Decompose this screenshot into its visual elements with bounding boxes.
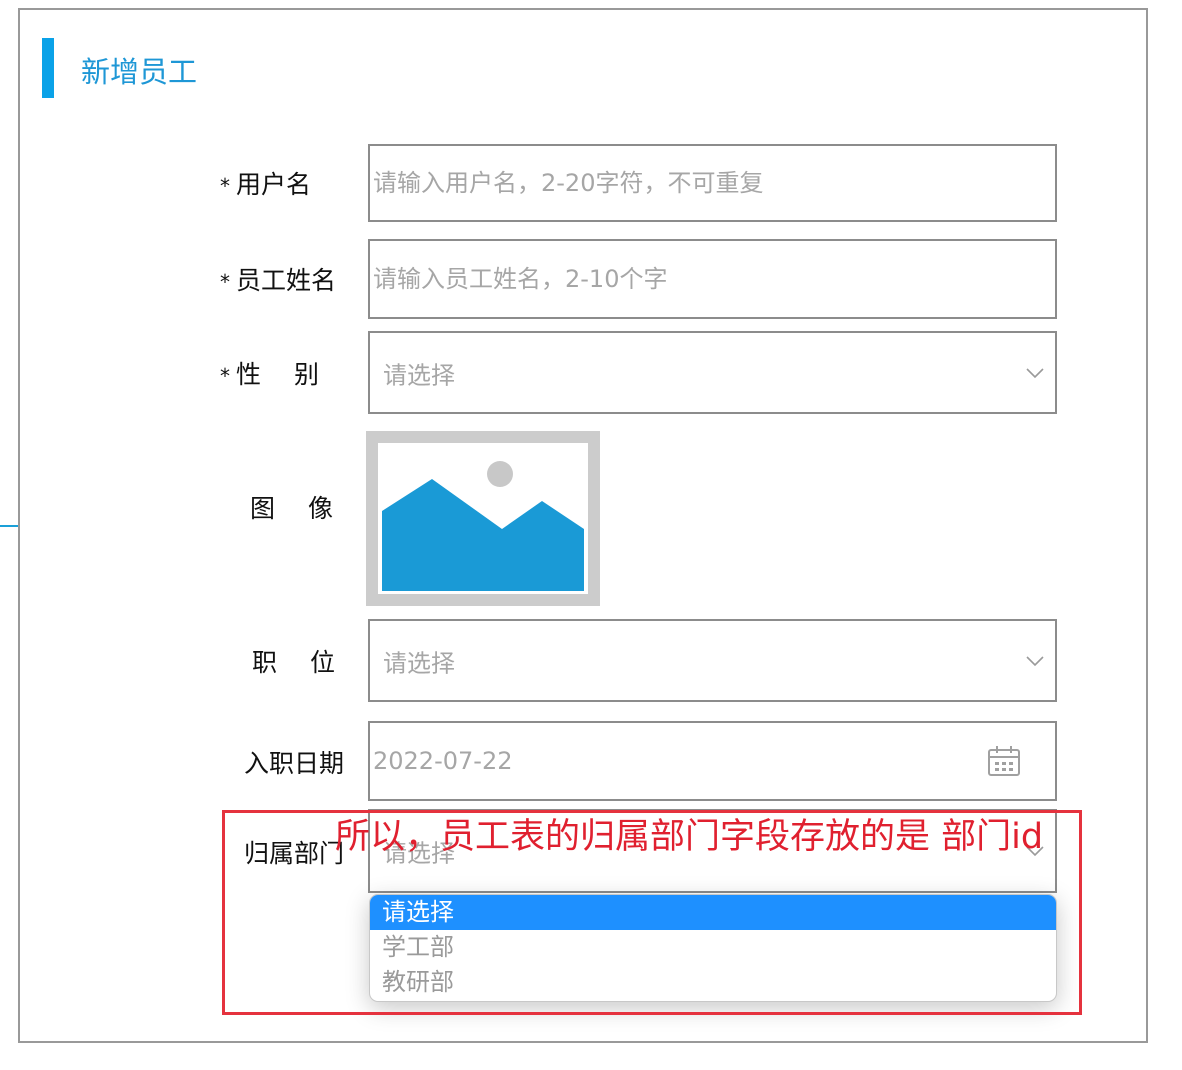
department-label: 归属部门: [244, 839, 345, 868]
department-select-value: 请选择: [383, 839, 455, 868]
side-connector-line: [0, 525, 18, 527]
calendar-icon: [988, 746, 1020, 776]
gender-select[interactable]: 请选择: [368, 331, 1057, 414]
required-mark: *: [220, 364, 230, 388]
title-accent-bar: [42, 38, 54, 98]
username-field-wrapper: [368, 144, 1057, 222]
entry-date-label: 入职日期: [244, 749, 345, 778]
chevron-down-icon: [1026, 846, 1044, 857]
entry-date-value: 2022-07-22: [373, 747, 513, 775]
dropdown-option[interactable]: 请选择: [370, 895, 1056, 930]
gender-select-value: 请选择: [383, 361, 455, 389]
entry-date-picker[interactable]: 2022-07-22: [368, 721, 1057, 801]
position-select[interactable]: 请选择: [368, 619, 1057, 702]
department-select[interactable]: 请选择: [368, 809, 1057, 893]
chevron-down-icon: [1026, 655, 1044, 666]
page-title: 新增员工: [81, 55, 198, 89]
username-input[interactable]: [370, 146, 1055, 220]
position-label: 职 位: [252, 648, 335, 677]
image-label: 图 像: [250, 494, 333, 523]
required-mark: *: [220, 174, 230, 198]
name-label-text: 员工姓名: [236, 266, 337, 295]
dropdown-option[interactable]: 教研部: [370, 965, 1056, 1000]
position-select-value: 请选择: [383, 649, 455, 677]
gender-label: * 性 别: [220, 358, 319, 393]
required-mark: *: [220, 270, 230, 294]
image-placeholder-icon: [378, 443, 588, 594]
dropdown-option[interactable]: 学工部: [370, 930, 1056, 965]
name-label: * 员工姓名: [220, 264, 336, 299]
name-field-wrapper: [368, 239, 1057, 319]
username-label: * 用户名: [220, 168, 311, 203]
name-input[interactable]: [370, 241, 1055, 317]
image-upload[interactable]: [366, 431, 600, 606]
department-dropdown: 请选择 学工部 教研部: [369, 894, 1057, 1002]
chevron-down-icon: [1026, 367, 1044, 378]
username-label-text: 用户名: [236, 170, 312, 199]
gender-label-text: 性 别: [236, 360, 319, 389]
